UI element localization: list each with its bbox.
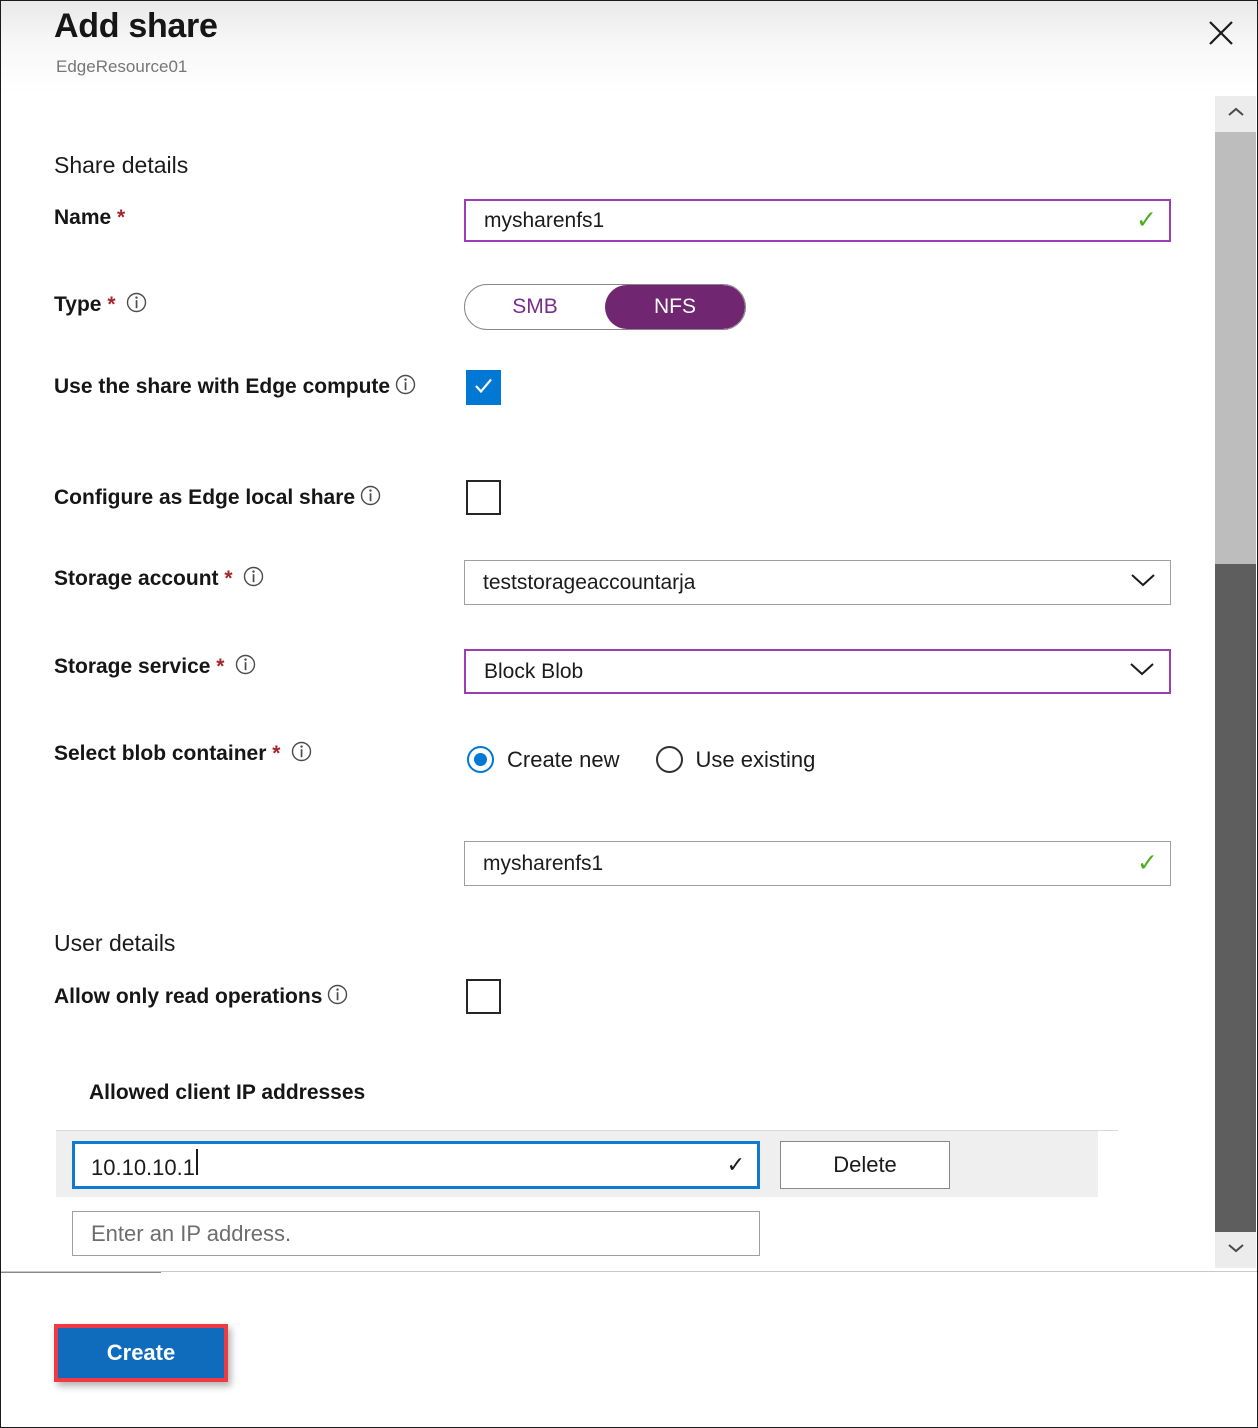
ip-address-text: 10.10.10.1 [91, 1155, 195, 1180]
scroll-thumb[interactable] [1215, 132, 1256, 564]
radio-dot-icon [467, 746, 494, 773]
info-icon[interactable] [243, 562, 264, 599]
chevron-down-icon [1226, 1241, 1246, 1259]
read-only-label: Allow only read operations [54, 978, 348, 1017]
chevron-down-icon [1128, 571, 1158, 595]
edge-local-label: Configure as Edge local share [54, 479, 381, 518]
read-only-checkbox[interactable] [466, 979, 501, 1014]
add-share-dialog: Add share EdgeResource01 [0, 0, 1258, 1428]
radio-use-existing-label: Use existing [696, 747, 816, 773]
checkmark-icon [472, 374, 495, 402]
close-button[interactable] [1199, 11, 1243, 55]
name-label-text: Name [54, 206, 111, 229]
info-icon[interactable] [291, 737, 312, 774]
type-option-smb[interactable]: SMB [465, 285, 605, 329]
new-ip-placeholder: Enter an IP address. [91, 1221, 291, 1247]
radio-create-new[interactable]: Create new [467, 746, 620, 773]
required-marker: * [272, 742, 280, 765]
type-toggle[interactable]: SMB NFS [464, 284, 746, 330]
blob-container-label-text: Select blob container [54, 742, 266, 765]
ip-address-value: 10.10.10.1 [91, 1149, 727, 1181]
radio-create-new-label: Create new [507, 747, 620, 773]
chevron-up-icon [1226, 105, 1246, 123]
scroll-down-button[interactable] [1215, 1232, 1256, 1268]
storage-account-select[interactable]: teststorageaccountarja [464, 560, 1171, 605]
storage-service-label-text: Storage service [54, 655, 210, 678]
user-details-heading: User details [54, 930, 175, 957]
storage-service-select[interactable]: Block Blob [464, 649, 1171, 694]
required-marker: * [117, 206, 125, 229]
edge-compute-label: Use the share with Edge compute [54, 368, 434, 407]
name-input[interactable]: mysharenfs1 ✓ [464, 199, 1171, 242]
type-option-nfs[interactable]: NFS [605, 285, 745, 329]
storage-service-label: Storage service * [54, 648, 256, 687]
required-marker: * [216, 655, 224, 678]
info-icon[interactable] [327, 980, 348, 1017]
required-marker: * [107, 293, 115, 316]
type-label: Type * [54, 286, 147, 325]
delete-ip-button[interactable]: Delete [780, 1141, 950, 1189]
info-icon[interactable] [360, 481, 381, 518]
valid-check-icon: ✓ [727, 1152, 745, 1178]
dialog-content: Share details Name * mysharenfs1 ✓ Type … [1, 96, 1216, 1268]
edge-compute-label-text: Use the share with Edge compute [54, 375, 390, 398]
radio-use-existing[interactable]: Use existing [656, 746, 816, 773]
storage-account-value: teststorageaccountarja [483, 571, 1120, 595]
text-caret [196, 1149, 198, 1175]
blob-container-input[interactable]: mysharenfs1 ✓ [464, 841, 1171, 886]
resource-subtitle: EdgeResource01 [56, 57, 187, 77]
valid-check-icon: ✓ [1137, 851, 1158, 876]
radio-dot-icon [656, 746, 683, 773]
read-only-label-text: Allow only read operations [54, 985, 322, 1008]
edge-local-label-text: Configure as Edge local share [54, 486, 355, 509]
close-icon [1207, 19, 1235, 47]
dialog-header: Add share EdgeResource01 [1, 1, 1257, 93]
vertical-scrollbar[interactable] [1215, 96, 1256, 1268]
allowed-ips-heading: Allowed client IP addresses [89, 1074, 365, 1111]
info-icon[interactable] [235, 650, 256, 687]
new-ip-address-input[interactable]: Enter an IP address. [72, 1211, 760, 1256]
storage-account-label: Storage account * [54, 560, 264, 599]
name-input-value: mysharenfs1 [484, 209, 1128, 233]
info-icon[interactable] [395, 370, 416, 407]
page-title: Add share [54, 7, 218, 46]
footer-divider [1, 1271, 1257, 1272]
valid-check-icon: ✓ [1136, 208, 1157, 233]
share-details-heading: Share details [54, 152, 188, 179]
scroll-track[interactable] [1215, 132, 1256, 1232]
blob-container-radio-group: Create new Use existing [467, 746, 815, 773]
create-button-annotation: Create [54, 1324, 228, 1382]
blob-container-value: mysharenfs1 [483, 852, 1129, 876]
storage-account-label-text: Storage account [54, 567, 219, 590]
scroll-up-button[interactable] [1215, 96, 1256, 132]
create-button[interactable]: Create [58, 1328, 224, 1378]
ip-address-input[interactable]: 10.10.10.1 ✓ [72, 1141, 760, 1189]
blob-container-label: Select blob container * [54, 735, 312, 774]
info-icon[interactable] [126, 288, 147, 325]
name-label: Name * [54, 199, 125, 236]
edge-compute-checkbox[interactable] [466, 370, 501, 405]
type-label-text: Type [54, 293, 101, 316]
storage-service-value: Block Blob [484, 660, 1119, 684]
chevron-down-icon [1127, 660, 1157, 684]
required-marker: * [224, 567, 232, 590]
edge-local-checkbox[interactable] [466, 480, 501, 515]
footer-divider-accent [1, 1272, 161, 1273]
